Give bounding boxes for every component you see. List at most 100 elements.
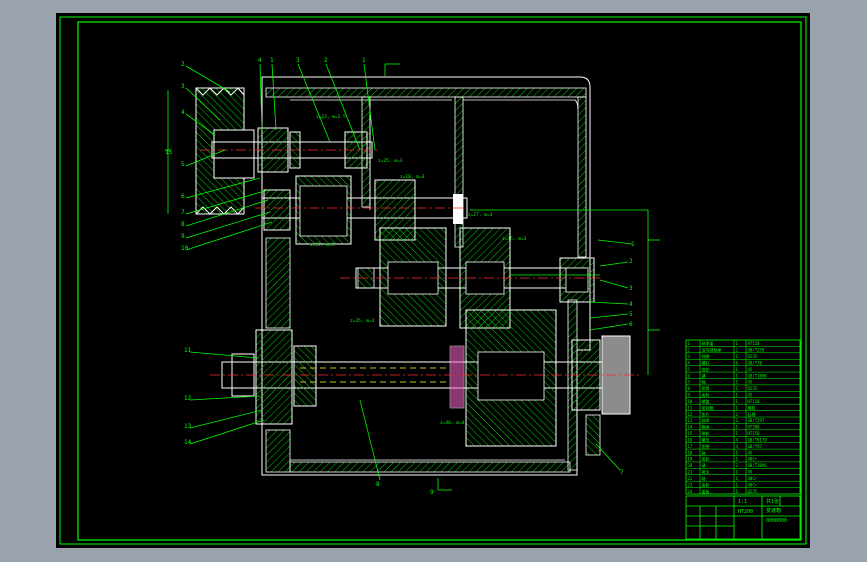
parts-list-cell: 22 — [688, 476, 693, 481]
parts-list-cell: 端盖 — [702, 398, 710, 404]
parts-list-cell: 盖板 — [702, 488, 710, 494]
parts-list-cell: GB/T1096 — [748, 463, 768, 468]
parts-list-cell: 14 — [688, 425, 693, 430]
parts-list-cell: GB/T276 — [748, 348, 765, 353]
parts-list-cell: GB/T97 — [748, 444, 763, 449]
parts-list-cell: 11 — [688, 405, 693, 410]
balloon-left-3: 4 — [181, 109, 185, 116]
parts-list-cell: GB/T70 — [748, 360, 763, 365]
gear-callout-2: z=25, m=3 — [378, 158, 403, 164]
drawing-title: 变速箱 — [766, 507, 781, 514]
parts-list-cell: 套筒 — [702, 385, 710, 391]
balloon-right-2: 2 — [629, 258, 633, 265]
parts-list-cell: 带轮 — [702, 430, 710, 436]
gear-callout-7: z=35, m=3 — [350, 318, 375, 324]
parts-list-cell: 18 — [688, 450, 693, 455]
parts-list-cell: 垫圈 — [702, 443, 710, 449]
parts-list-cell: 10 — [688, 399, 693, 404]
balloon-top-3: 3 — [296, 57, 300, 64]
parts-list-cell: 轴承盖 — [702, 340, 714, 346]
parts-list-cell: 螺母 — [702, 436, 710, 442]
parts-list-cell: 45 — [748, 380, 753, 385]
balloon-left-8: 9 — [181, 233, 185, 240]
balloon-right-1: 1 — [631, 241, 635, 248]
parts-list-cell: 45 — [748, 393, 753, 398]
parts-list-cell: 24 — [688, 489, 693, 494]
parts-list-cell: 20 — [688, 463, 693, 468]
parts-list-cell: HT200 — [748, 425, 761, 430]
parts-list-cell: 石棉 — [748, 411, 756, 417]
parts-list-cell: 箱体 — [702, 424, 710, 430]
parts-list-cell: 23 — [688, 482, 693, 487]
balloon-right-7: 7 — [620, 469, 624, 476]
parts-list-cell: 齿轮 — [702, 366, 710, 372]
parts-list-cell: HT150 — [748, 341, 761, 346]
parts-list-cell: Q235 — [748, 354, 758, 359]
parts-list-cell: 12 — [688, 412, 693, 417]
parts-list-cell: GB/T6170 — [748, 437, 768, 442]
gear-callout-5: z=27, m=3 — [468, 212, 493, 218]
drawing-material: HT200 — [738, 509, 753, 515]
balloon-left-7: 8 — [181, 221, 185, 228]
balloon-left-6: 7 — [181, 209, 185, 216]
balloon-left-1: 2 — [181, 61, 185, 68]
balloon-right-3: 3 — [629, 285, 633, 292]
parts-list-cell: 密封圈 — [702, 404, 714, 410]
parts-list-cell: 45 — [748, 367, 753, 372]
parts-list-cell: GB/T297 — [748, 418, 765, 423]
balloon-bottom-2: 9 — [430, 489, 434, 496]
balloon-left-2: 3 — [181, 83, 185, 90]
parts-list-cell: 键 — [702, 372, 706, 378]
balloon-left-5: 6 — [181, 193, 185, 200]
balloon-top-4: 2 — [324, 57, 328, 64]
parts-list-cell: 16 — [688, 437, 693, 442]
parts-list-cell: 齿轮 — [702, 481, 710, 487]
parts-list-cell: HT150 — [748, 399, 761, 404]
parts-list-cell: 15 — [688, 431, 693, 436]
cad-drawing-canvas[interactable]: 2 3 4 5 6 7 8 9 10 11 12 13 14 15 4 1 3 … — [0, 0, 867, 562]
parts-list-cell: 19 — [688, 457, 693, 462]
balloon-top-1: 4 — [258, 57, 262, 64]
parts-list-cell: 齿轮 — [702, 392, 710, 398]
parts-list-cell: 橡胶 — [748, 404, 756, 410]
parts-list-cell: 挡圈 — [702, 353, 710, 359]
parts-list-cell: 轴承 — [702, 417, 710, 423]
parts-list-cell: 45 — [748, 470, 753, 475]
balloon-right-5: 5 — [629, 311, 633, 318]
parts-list-cell: 拨叉 — [702, 469, 710, 475]
parts-list-cell: 40Cr — [748, 457, 758, 462]
balloon-right-6: 6 — [629, 321, 633, 328]
gear-callout-6: z=45, m=3 — [502, 236, 527, 242]
parts-list-cell: 21 — [688, 470, 693, 475]
drawing-sheet-count: 共1张 — [766, 498, 779, 505]
parts-list-cell: 40Cr — [748, 476, 758, 481]
parts-list-cell: 45 — [748, 450, 753, 455]
parts-list-cell: 垫片 — [702, 411, 710, 417]
balloon-left-11: 12 — [184, 395, 192, 402]
parts-list-cell: 齿轮 — [702, 456, 710, 462]
parts-list-cell: 40Cr — [748, 482, 758, 487]
gear-callout-8: z=40, m=4 — [440, 420, 465, 426]
parts-list-cell: 轴 — [702, 475, 706, 481]
balloon-left-10: 11 — [184, 347, 192, 354]
balloon-left-12: 13 — [184, 423, 192, 430]
parts-list-cell: HT150 — [748, 431, 761, 436]
parts-list-cell: 键 — [702, 462, 706, 468]
drawing-scale: 1:1 — [738, 499, 747, 505]
parts-list-cell: Q235 — [748, 489, 758, 494]
gear-callout-1: z=23, m=2.5 — [316, 114, 346, 120]
balloon-left-4: 5 — [181, 161, 185, 168]
parts-list-cell: Q235 — [748, 386, 758, 391]
balloon-bottom-1: 8 — [376, 481, 380, 488]
drawing-number: 0000000 — [766, 518, 787, 524]
balloon-left-14: 15 — [165, 149, 173, 156]
parts-list-cell: 螺钉 — [702, 359, 710, 365]
balloon-right-4: 4 — [629, 301, 633, 308]
balloon-top-2: 1 — [270, 57, 274, 64]
balloon-left-13: 14 — [184, 439, 192, 446]
parts-list-cell: 13 — [688, 418, 693, 423]
parts-list-cell: 17 — [688, 444, 693, 449]
balloon-left-9: 10 — [181, 245, 189, 252]
balloon-top-5: 1 — [362, 57, 366, 64]
gear-callout-3: z=18, m=3 — [400, 174, 425, 180]
